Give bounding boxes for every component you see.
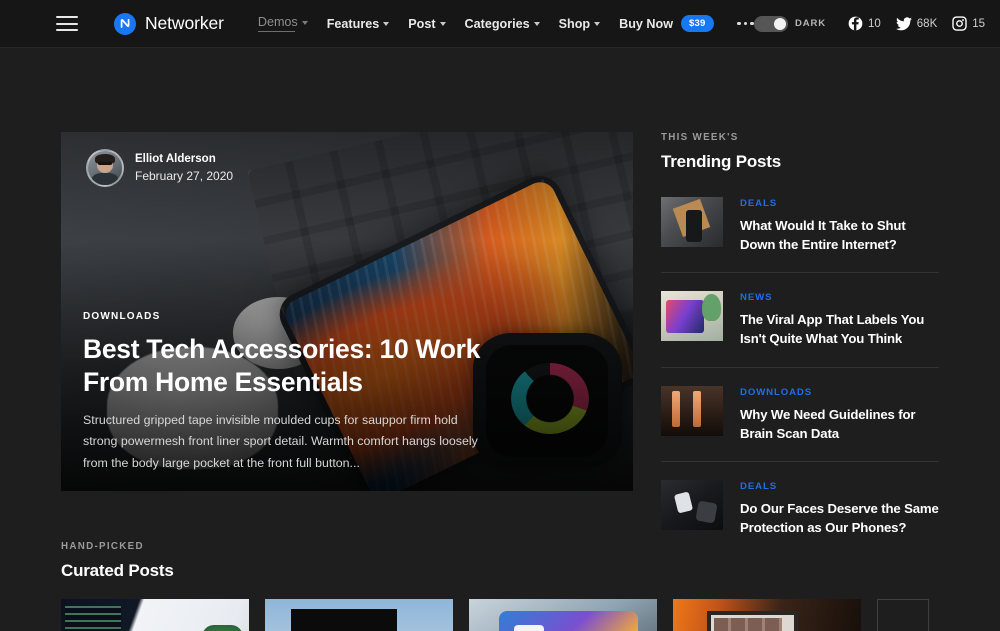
trending-post-title[interactable]: What Would It Take to Shut Down the Enti… xyxy=(740,217,939,254)
trending-thumbnail xyxy=(661,197,723,247)
nav-item-label: Categories xyxy=(464,16,530,31)
carousel-next-button[interactable] xyxy=(877,599,929,631)
facebook-icon xyxy=(848,16,863,31)
social-link-twitter[interactable]: 68K xyxy=(895,16,938,31)
nav-item-label: Features xyxy=(326,16,380,31)
trending-thumbnail xyxy=(661,385,723,436)
trending-post-title[interactable]: The Viral App That Labels You Isn't Quit… xyxy=(740,311,939,348)
trending-posts-section: THIS WEEK'S Trending Posts DEALS What Wo… xyxy=(661,132,939,538)
trending-category[interactable]: DOWNLOADS xyxy=(740,387,939,398)
instagram-icon xyxy=(952,16,967,31)
hamburger-bar xyxy=(56,29,78,31)
curated-card[interactable] xyxy=(469,599,657,631)
main-nav: Demos Features Post Categories Shop Buy … xyxy=(257,15,754,32)
hero-category-label[interactable]: DOWNLOADS xyxy=(83,311,563,322)
trending-thumbnail xyxy=(661,480,723,531)
chevron-down-icon xyxy=(383,22,390,26)
trending-post-title[interactable]: Do Our Faces Deserve the Same Protection… xyxy=(740,500,939,537)
trending-list-item[interactable]: DEALS What Would It Take to Shut Down th… xyxy=(661,197,939,274)
nav-item-features[interactable]: Features xyxy=(327,17,390,31)
avatar xyxy=(86,149,124,187)
trending-list-item[interactable]: DEALS Do Our Faces Deserve the Same Prot… xyxy=(661,480,939,537)
ellipsis-dot xyxy=(743,21,748,26)
trending-thumbnail xyxy=(661,291,723,342)
trending-list-item[interactable]: NEWS The Viral App That Labels You Isn't… xyxy=(661,291,939,368)
chevron-down-icon xyxy=(533,22,540,26)
trending-category[interactable]: DEALS xyxy=(740,481,939,492)
price-badge: $39 xyxy=(680,15,715,32)
trending-post-title[interactable]: Why We Need Guidelines for Brain Scan Da… xyxy=(740,406,939,443)
chevron-down-icon xyxy=(439,22,446,26)
social-link-instagram[interactable]: 15 xyxy=(952,16,985,31)
hamburger-bar xyxy=(56,22,78,25)
twitter-icon xyxy=(895,16,912,31)
header-right-group: DARK 10 68K 15 xyxy=(753,15,985,32)
twitter-count: 68K xyxy=(916,17,938,30)
post-date: February 27, 2020 xyxy=(135,168,234,183)
nav-item-categories[interactable]: Categories xyxy=(465,17,540,31)
brand-name: Networker xyxy=(145,13,224,33)
nav-item-demos[interactable]: Demos xyxy=(257,15,308,32)
hamburger-bar xyxy=(56,16,78,18)
instagram-count: 15 xyxy=(972,17,986,30)
ellipsis-dot xyxy=(737,21,741,26)
buy-now-label: Buy Now xyxy=(619,16,673,31)
curated-card[interactable] xyxy=(61,599,249,631)
author-name: Elliot Alderson xyxy=(135,152,216,165)
nav-item-post[interactable]: Post xyxy=(408,16,446,31)
hamburger-menu-icon[interactable] xyxy=(56,16,78,31)
curated-card[interactable] xyxy=(265,599,453,631)
trending-eyebrow: THIS WEEK'S xyxy=(661,132,739,143)
trending-category[interactable]: NEWS xyxy=(740,292,939,303)
dark-mode-label: DARK xyxy=(794,18,826,29)
hero-excerpt: Structured gripped tape invisible moulde… xyxy=(83,413,478,470)
curated-posts-header: HAND-PICKED Curated Posts xyxy=(61,541,174,581)
curated-card[interactable] xyxy=(673,599,861,631)
trending-category[interactable]: DEALS xyxy=(740,198,939,209)
chevron-down-icon xyxy=(301,20,308,25)
buy-now-button[interactable]: Buy Now $39 xyxy=(619,15,715,32)
social-links: 10 68K 15 xyxy=(848,16,985,31)
hero-text-block: DOWNLOADS Best Tech Accessories: 10 Work… xyxy=(83,311,563,474)
toggle-track xyxy=(753,15,788,32)
dark-mode-toggle[interactable]: DARK xyxy=(753,15,826,32)
networker-logo-icon xyxy=(114,12,136,35)
nav-item-label: Shop xyxy=(558,16,591,31)
curated-eyebrow: HAND-PICKED xyxy=(61,541,144,552)
hero-author[interactable]: Elliot Alderson February 27, 2020 xyxy=(86,149,233,187)
toggle-knob xyxy=(773,17,786,30)
facebook-count: 10 xyxy=(867,17,881,30)
nav-item-label: Post xyxy=(408,16,436,31)
site-header: Networker Demos Features Post Categories… xyxy=(0,0,1000,48)
trending-title: Trending Posts xyxy=(661,152,781,171)
hero-featured-post[interactable]: Elliot Alderson February 27, 2020 DOWNLO… xyxy=(61,132,633,491)
curated-carousel xyxy=(61,599,929,631)
curated-title: Curated Posts xyxy=(61,561,174,580)
trending-list: DEALS What Would It Take to Shut Down th… xyxy=(661,197,939,538)
nav-item-shop[interactable]: Shop xyxy=(558,16,601,31)
trending-list-item[interactable]: DOWNLOADS Why We Need Guidelines for Bra… xyxy=(661,385,939,463)
hero-title[interactable]: Best Tech Accessories: 10 Work From Home… xyxy=(83,333,523,399)
ellipsis-icon[interactable] xyxy=(737,21,754,26)
chevron-down-icon xyxy=(594,22,601,26)
social-link-facebook[interactable]: 10 xyxy=(848,16,881,31)
nav-item-label: Demos xyxy=(257,15,298,29)
brand-logo-link[interactable]: Networker xyxy=(114,12,224,35)
